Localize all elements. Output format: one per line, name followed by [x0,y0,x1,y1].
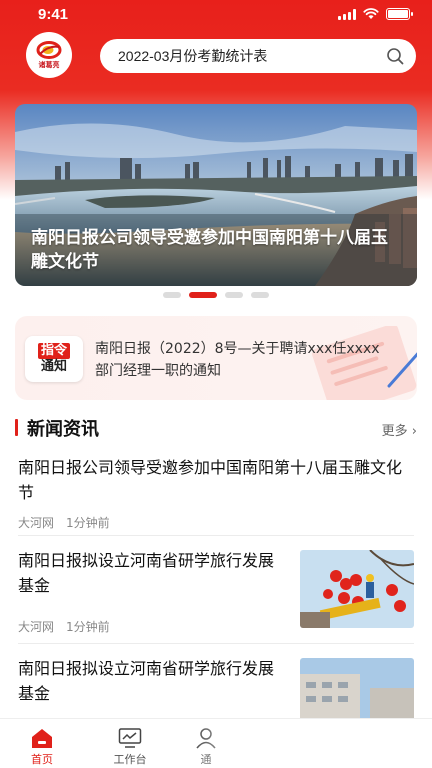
search-icon[interactable] [386,47,404,65]
section-accent-bar [15,419,18,436]
news-time: 1分钟前 [66,516,110,530]
tab-bar-fade-overlay [190,719,432,768]
search-bar[interactable]: 2022-03月份考勤统计表 [100,39,416,73]
divider [18,535,414,536]
news-item[interactable]: 南阳日报公司领导受邀参加中国南阳第十八届玉雕文化节 大河网 1分钟前 [18,455,414,531]
battery-icon [386,8,413,20]
carousel-dot[interactable] [163,292,181,298]
news-title[interactable]: 南阳日报拟设立河南省研学旅行发展基金 [18,548,288,598]
tab-label: 工作台 [113,753,147,766]
news-source: 大河网 [18,516,55,530]
more-link[interactable]: 更多 › [382,420,417,439]
tab-workbench[interactable]: 工作台 [100,727,160,767]
lanterns-image [300,550,414,628]
tab-label: 首页 [31,753,53,766]
news-meta: 大河网 1分钟前 [18,514,414,531]
status-bar: 9:41 [0,0,432,30]
news-item[interactable]: 南阳日报拟设立河南省研学旅行发展基金 [18,656,414,736]
badge-bottom-text: 通知 [40,359,67,374]
logo-text: 诸葛亮 [38,60,60,69]
badge-top-text: 指令 [37,343,70,359]
wifi-icon [363,8,379,19]
logo-emblem-icon [36,40,62,59]
status-time: 9:41 [38,6,69,23]
news-section-header: 新闻资讯 更多 › [15,415,417,441]
status-icons [338,8,413,20]
carousel-dot-active[interactable] [189,292,217,298]
news-title[interactable]: 南阳日报拟设立河南省研学旅行发展基金 [18,656,288,706]
bottom-tab-bar: 首页 工作台 通 [0,718,432,768]
section-title: 新闻资讯 [27,419,99,440]
notice-text[interactable]: 南阳日报（2022）8号—关于聘请xxx任xxxx部门经理一职的通知 [95,338,393,382]
news-thumbnail[interactable] [300,550,414,628]
monitor-icon [118,728,142,748]
carousel-dot[interactable] [225,292,243,298]
news-time: 1分钟前 [66,620,110,634]
notice-badge: 指令 通知 [25,336,83,382]
carousel-dot[interactable] [251,292,269,298]
banner-carousel[interactable]: 南阳日报公司领导受邀参加中国南阳第十八届玉雕文化节 [15,104,417,286]
news-item[interactable]: 南阳日报拟设立河南省研学旅行发展基金 大河网 1分钟前 [18,548,414,635]
app-logo[interactable]: 诸葛亮 [26,32,72,78]
search-text: 2022-03月份考勤统计表 [118,48,268,64]
carousel-indicator [0,292,432,298]
signal-icon [338,8,356,20]
news-title[interactable]: 南阳日报公司领导受邀参加中国南阳第十八届玉雕文化节 [18,455,414,505]
banner-title[interactable]: 南阳日报公司领导受邀参加中国南阳第十八届玉雕文化节 [31,226,401,274]
notice-card[interactable]: 指令 通知 南阳日报（2022）8号—关于聘请xxx任xxxx部门经理一职的通知 [15,316,417,400]
home-icon [32,729,52,748]
news-source: 大河网 [18,620,55,634]
divider [18,643,414,644]
tab-home[interactable]: 首页 [12,727,72,767]
